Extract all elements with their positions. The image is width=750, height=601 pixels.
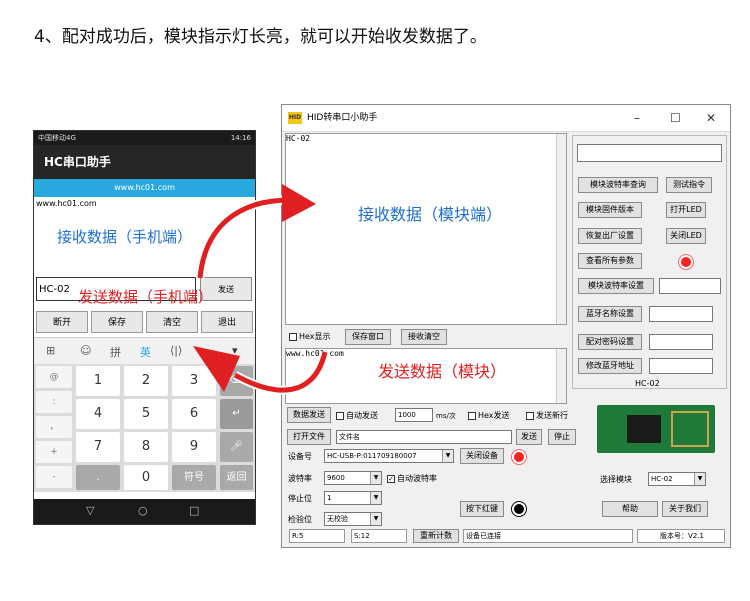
module-send-annotation: 发送数据（模块） (378, 362, 507, 381)
module-receive-annotation: 接收数据（模块端） (358, 205, 503, 224)
phone-receive-annotation: 接收数据（手机端） (57, 228, 193, 246)
arrow-head-icon (193, 346, 240, 392)
phone-send-annotation: 发送数据（手机端） (78, 288, 214, 306)
arrow-head-icon (282, 184, 316, 222)
